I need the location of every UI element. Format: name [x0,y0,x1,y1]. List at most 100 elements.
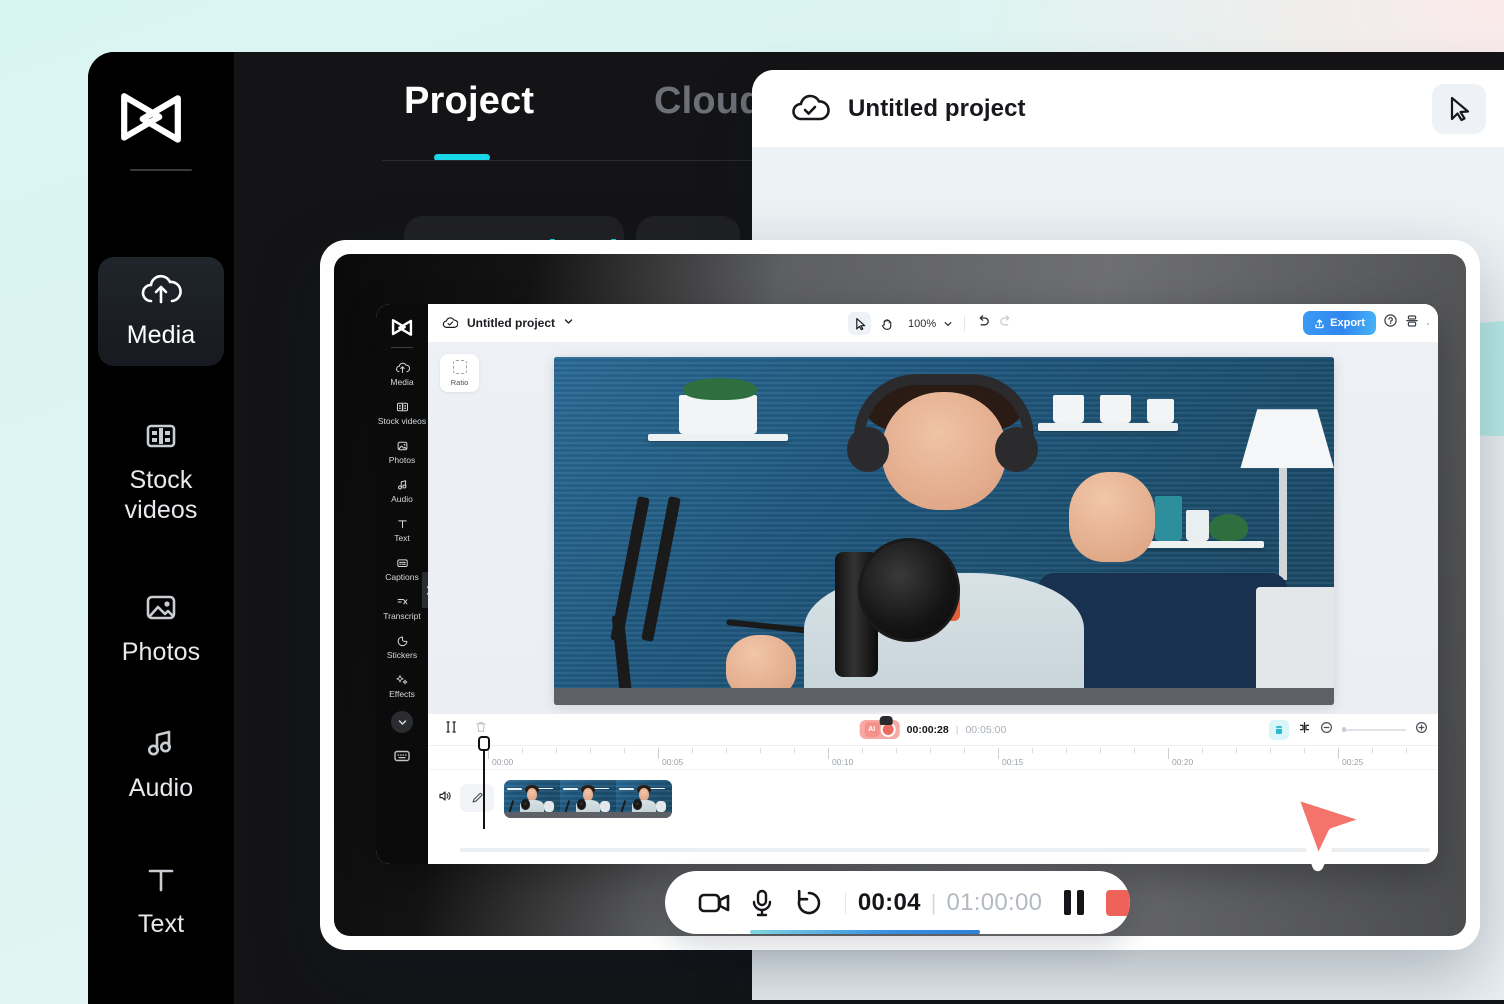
chevron-down-icon [564,319,573,324]
editor-undo-button[interactable] [976,314,991,334]
chevron-down-icon [398,719,406,725]
export-button-label: Export [1330,317,1365,329]
timeline-zoom-slider[interactable] [1342,727,1406,732]
export-upload-icon [1315,318,1324,328]
help-button[interactable] [1383,313,1398,333]
timeline-playhead[interactable] [478,736,490,829]
editor-select-tool[interactable] [848,312,871,335]
editor-ratio-label: Ratio [450,377,469,387]
rail-item-label: Stickers [386,650,418,660]
captions-icon [139,996,183,1004]
outer-sidebar: Media Stock videos Photos Audio Text [88,52,234,1004]
capcut-editor: Media Stock videos Photos Audio Text Cap… [376,304,1438,864]
rail-item-text[interactable]: Text [376,510,428,549]
ruler-tick-label: 00:05 [662,757,684,767]
sidebar-item-media[interactable]: Media [98,257,224,366]
editor-project-chevron[interactable] [563,314,574,332]
film-strip-icon [146,424,176,448]
sidebar-item-captions[interactable]: Captions [98,982,224,1004]
clip-frame [616,780,672,818]
editor-hand-tool[interactable] [875,312,898,335]
editor-right-tools: Export · [1303,311,1430,335]
timeline-split-button[interactable] [444,720,458,739]
zoom-in-button[interactable] [1415,721,1428,739]
sidebar-item-stock-videos[interactable]: Stock videos [98,402,224,541]
rail-divider [391,347,413,348]
recorder-camera-button[interactable] [691,890,738,916]
editor-redo-button[interactable] [998,314,1013,334]
track-edit-button[interactable] [460,784,494,812]
trash-icon [476,722,486,732]
effects-sparkle-icon [395,675,407,685]
ruler-tick-label: 00:00 [492,757,514,767]
rail-item-media[interactable]: Media [376,354,428,393]
magnet-button[interactable] [1269,719,1289,740]
sidebar-item-text[interactable]: Text [98,846,224,955]
microphone-icon [752,889,772,916]
export-button[interactable]: Export [1303,311,1376,335]
sidebar-item-audio[interactable]: Audio [98,710,224,819]
rail-item-label: Stock videos [377,416,427,426]
rail-item-label: Audio [391,494,413,504]
editor-left-rail: Media Stock videos Photos Audio Text Cap… [376,304,428,864]
recorder-stop-button[interactable] [1106,889,1130,916]
layout-button[interactable] [1405,314,1419,333]
timeline-ruler[interactable]: 00:00 00:05 00:10 00:15 00:20 00:25 [428,746,1438,770]
magnet-icon [1276,725,1282,734]
sidebar-item-label: Stock videos [124,466,198,524]
zoom-out-button[interactable] [1320,721,1333,739]
sidebar-item-photos[interactable]: Photos [98,574,224,683]
editor-zoom-level[interactable]: 100% [908,318,936,330]
timeline-video-clip[interactable] [504,780,672,818]
rail-item-photos[interactable]: Photos [376,432,428,471]
chevron-down-icon[interactable] [943,319,953,329]
recorder-pause-button[interactable] [1064,890,1085,915]
rail-item-captions[interactable]: Captions [376,549,428,588]
rail-more-button[interactable] [391,711,413,733]
rail-item-stickers[interactable]: Stickers [376,627,428,666]
rail-item-label: Effects [389,689,415,699]
image-icon [146,595,176,620]
recorder-progress-bar [750,930,980,934]
project-header: Untitled project [752,70,1504,148]
more-options-button[interactable]: · [1426,316,1430,330]
playhead-knob[interactable] [478,736,490,751]
split-clip-button[interactable] [1298,721,1311,739]
recorder-restart-button[interactable] [786,888,833,918]
recording-indicator-badge[interactable]: AI [859,716,900,739]
speaker-icon [439,790,451,801]
record-cap [879,716,893,725]
rail-keyboard-button[interactable] [394,749,410,767]
editor-ratio-tool[interactable]: Ratio [440,354,479,392]
rail-item-label: Transcript [383,611,421,621]
rail-item-transcript[interactable]: Transcript [376,588,428,627]
track-volume-button[interactable] [438,789,452,808]
timeline-toolbar: AI 00:00:28 | 00:05:00 [428,714,1438,746]
ai-record-icon: AI [864,722,880,737]
editor-topbar: Untitled project 100% Export · [428,304,1438,342]
recorder-mic-button[interactable] [738,888,785,918]
cloud-check-icon [792,94,830,120]
sidebar-divider [130,169,192,171]
timeline-time-separator: | [955,723,959,736]
rail-item-effects[interactable]: Effects [376,666,428,705]
split-clip-icon [1300,721,1309,733]
zoom-in-circle-icon [1415,721,1428,733]
ruler-tick-label: 00:15 [1002,757,1024,767]
text-t-icon [397,520,407,529]
recorder-limit-time: 01:00:00 [946,888,1043,916]
editor-project-name[interactable]: Untitled project [467,316,555,330]
tab-cloud[interactable]: Cloud [654,80,763,123]
music-note-icon [148,730,171,756]
restart-circle-icon [798,889,821,914]
video-preview[interactable] [554,357,1334,705]
rail-item-audio[interactable]: Audio [376,471,428,510]
split-icon [446,721,456,733]
hand-tool-button[interactable] [1490,84,1504,134]
sidebar-item-label: Photos [121,638,201,666]
tab-project[interactable]: Project [404,80,534,123]
question-circle-icon [1384,314,1397,327]
rail-item-stock-videos[interactable]: Stock videos [376,393,428,432]
select-arrow-icon [1450,96,1470,122]
select-tool-button[interactable] [1432,84,1486,134]
